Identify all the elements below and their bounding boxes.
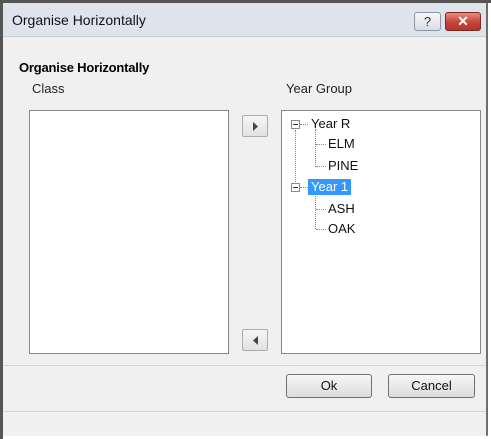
close-button[interactable]: ✕ — [445, 12, 481, 31]
status-strip — [3, 411, 486, 436]
tree-node-elm[interactable]: ELM — [328, 136, 355, 152]
tree-connector — [300, 187, 308, 188]
move-right-button[interactable] — [242, 115, 268, 137]
tree-connector — [316, 144, 326, 145]
tree-connector — [315, 193, 316, 229]
year-group-label: Year Group — [286, 81, 353, 96]
year-group-tree[interactable]: Year R ELM PINE Year 1 ASH OAK — [281, 110, 481, 354]
move-left-button[interactable] — [242, 329, 268, 351]
tree-node-pine[interactable]: PINE — [328, 158, 358, 174]
help-icon: ? — [423, 14, 432, 29]
tree-connector — [316, 166, 326, 167]
tree-node-year-1[interactable]: Year 1 — [308, 179, 352, 195]
class-listbox[interactable] — [29, 110, 229, 354]
close-icon: ✕ — [457, 13, 469, 29]
organise-horizontally-dialog: Organise Horizontally ? ✕ Organise Horiz… — [3, 3, 488, 436]
cancel-button[interactable]: Cancel — [388, 374, 475, 398]
tree-node-ash[interactable]: ASH — [328, 201, 355, 217]
triangle-right-icon — [253, 122, 258, 131]
button-separator — [3, 365, 486, 366]
triangle-left-icon — [253, 336, 258, 345]
tree-connector — [315, 129, 316, 167]
class-label: Class — [32, 81, 65, 96]
collapse-year-1-icon[interactable] — [291, 183, 300, 192]
ok-button[interactable]: Ok — [286, 374, 372, 398]
help-button[interactable]: ? — [414, 12, 441, 31]
tree-connector — [316, 229, 326, 230]
tree-connector — [300, 124, 308, 125]
tree-node-year-r[interactable]: Year R — [311, 116, 350, 132]
tree-node-oak[interactable]: OAK — [328, 221, 355, 237]
title-bar[interactable]: Organise Horizontally ? ✕ — [3, 3, 486, 37]
window-title: Organise Horizontally — [12, 12, 146, 28]
dialog-header: Organise Horizontally — [19, 60, 150, 75]
collapse-year-r-icon[interactable] — [291, 120, 300, 129]
tree-connector — [316, 209, 326, 210]
